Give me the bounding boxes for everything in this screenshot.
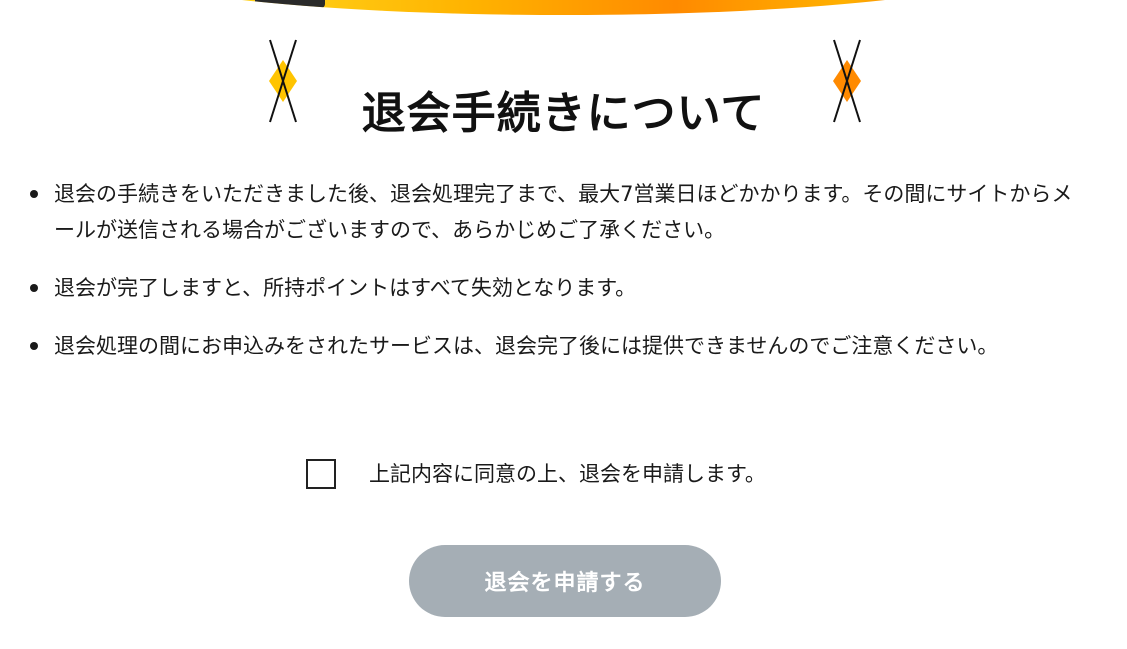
title-section: 退会手続きについて	[0, 38, 1127, 139]
notice-text: 退会処理の間にお申込みをされたサービスは、退会完了後には提供できませんのでご注意…	[54, 334, 999, 358]
agree-checkbox[interactable]	[306, 459, 336, 489]
submit-withdrawal-button[interactable]: 退会を申請する	[409, 545, 721, 617]
banner-image-detail	[255, 0, 325, 8]
list-item: 退会処理の間にお申込みをされたサービスは、退会完了後には提供できませんのでご注意…	[28, 328, 1078, 364]
notice-text: 退会が完了しますと、所持ポイントはすべて失効となります。	[54, 276, 637, 300]
bullet-icon	[30, 190, 38, 198]
notice-list: 退会の手続きをいただきました後、退会処理完了まで、最大7営業日ほどかかります。そ…	[28, 176, 1078, 386]
agreement-row: 上記内容に同意の上、退会を申請します。	[306, 456, 766, 492]
list-item: 退会が完了しますと、所持ポイントはすべて失効となります。	[28, 270, 1078, 306]
bullet-icon	[30, 284, 38, 292]
diamond-ornament-right-icon	[830, 38, 864, 124]
notice-text: 退会の手続きをいただきました後、退会処理完了まで、最大7営業日ほどかかります。そ…	[54, 182, 1073, 242]
bullet-icon	[30, 342, 38, 350]
page-title: 退会手続きについて	[361, 88, 766, 140]
header-banner-image	[95, 0, 1032, 15]
agree-label[interactable]: 上記内容に同意の上、退会を申請します。	[369, 456, 766, 492]
list-item: 退会の手続きをいただきました後、退会処理完了まで、最大7営業日ほどかかります。そ…	[28, 176, 1078, 248]
diamond-ornament-left-icon	[266, 38, 300, 124]
